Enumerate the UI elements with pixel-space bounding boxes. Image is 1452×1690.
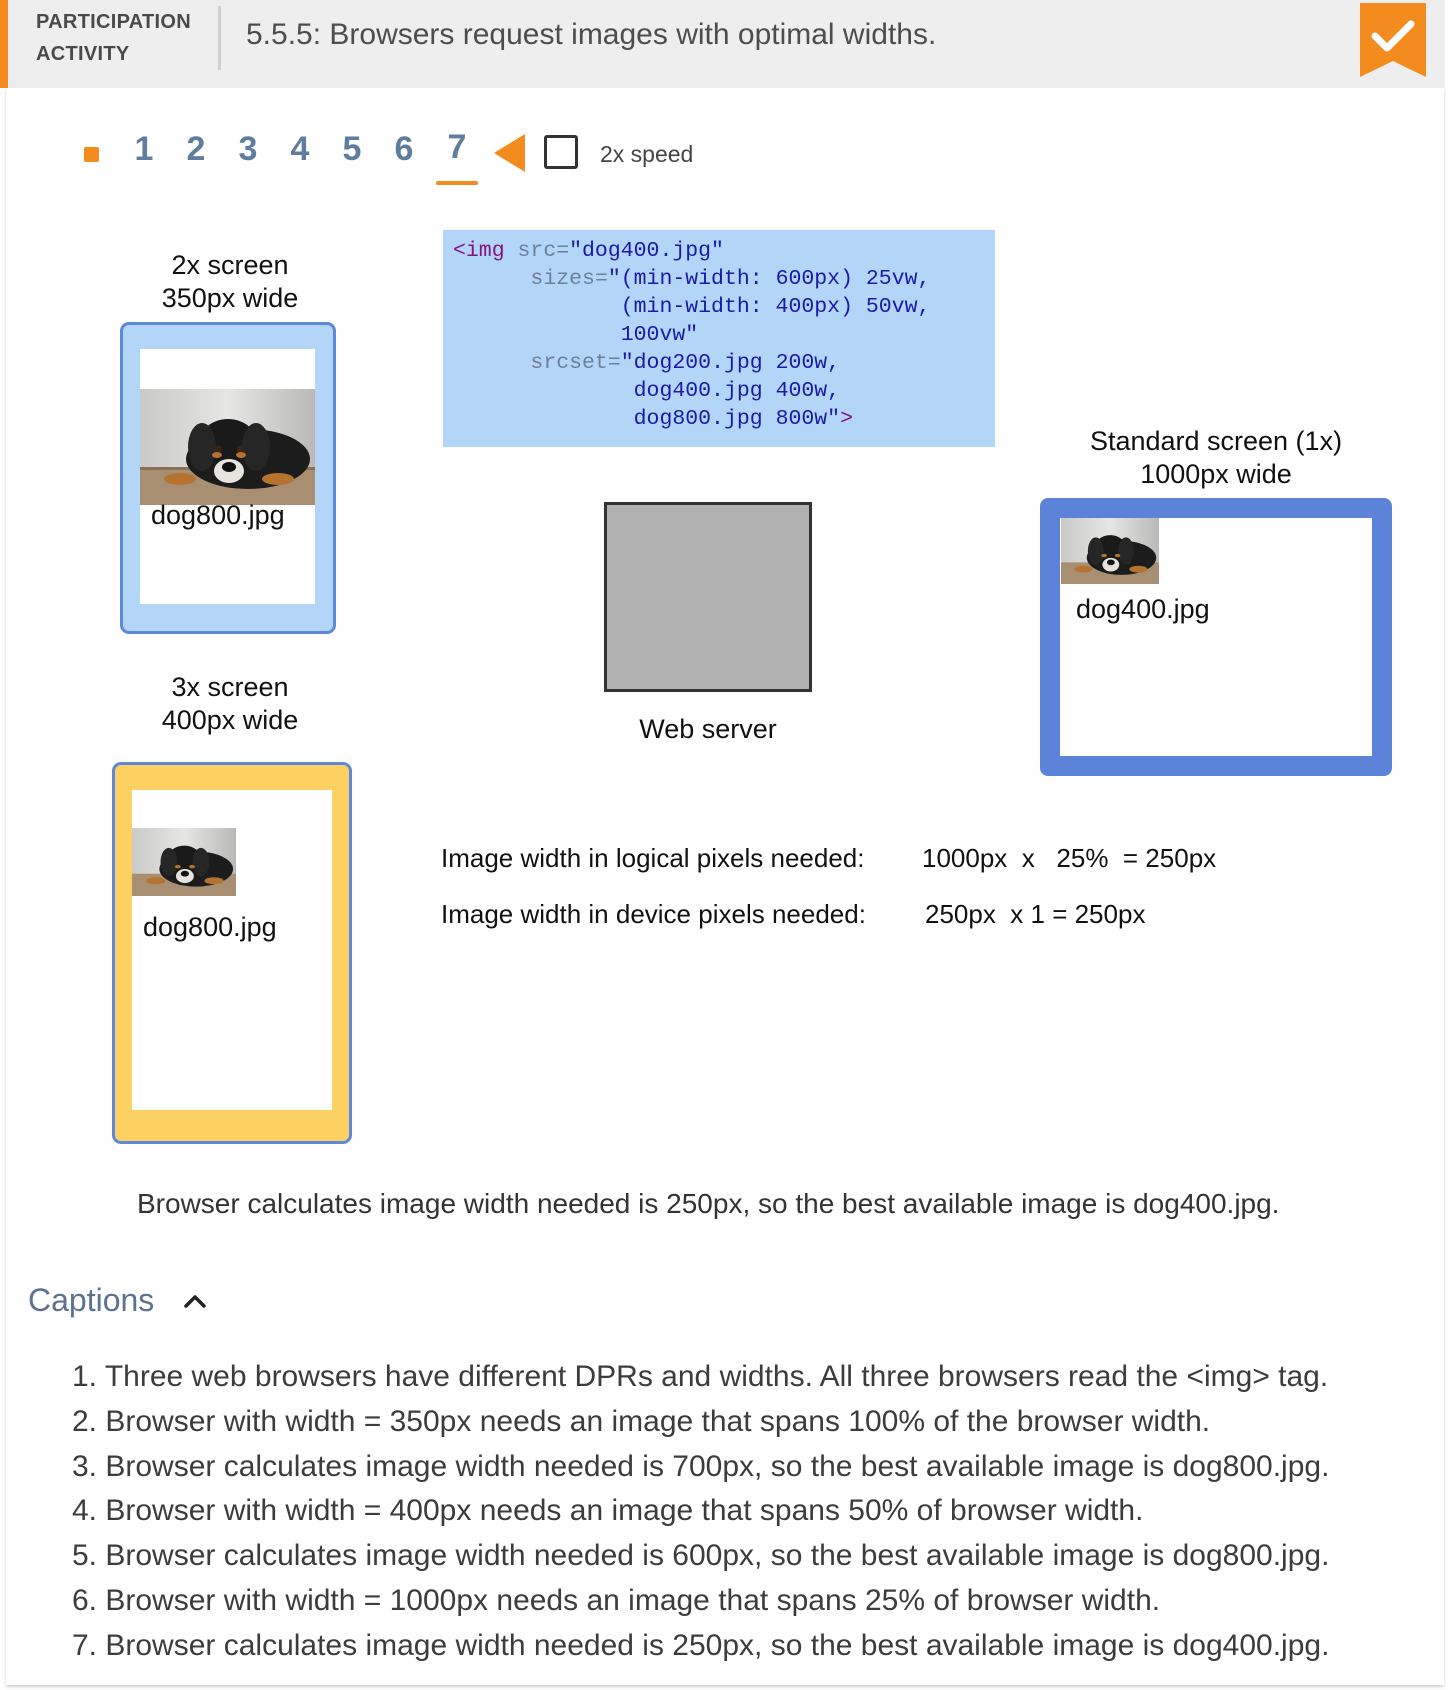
logical-pixels-label: Image width in logical pixels needed: bbox=[441, 843, 865, 873]
threex-screen-line1: 3x screen bbox=[171, 672, 289, 702]
device-pixels-value: 250px x 1 = 250px bbox=[925, 899, 1146, 929]
twox-screen-label: 2x screen 350px wide bbox=[120, 249, 340, 315]
dog-photo-medium bbox=[1061, 518, 1159, 584]
step-7-button[interactable]: 7 bbox=[440, 128, 474, 167]
threex-screen-line2: 400px wide bbox=[161, 705, 299, 735]
code-srcset-line1: "dog200.jpg 200w, bbox=[620, 351, 841, 375]
step-1-button[interactable]: 1 bbox=[127, 130, 161, 169]
caption-item: 7. Browser calculates image width needed… bbox=[72, 1628, 1330, 1662]
caption-item: 3. Browser calculates image width needed… bbox=[72, 1449, 1330, 1483]
active-step-underline bbox=[436, 181, 478, 185]
code-tag-close: > bbox=[840, 407, 853, 431]
code-sizes-line2: (min-width: 400px) 50vw, bbox=[620, 295, 931, 319]
caption-item: 5. Browser calculates image width needed… bbox=[72, 1539, 1330, 1573]
step-summary-text: Browser calculates image width needed is… bbox=[137, 1188, 1280, 1219]
standard-screen-label: Standard screen (1x) 1000px wide bbox=[1040, 425, 1392, 491]
device-pixels-label: Image width in device pixels needed: bbox=[441, 899, 866, 929]
code-src-attr: src= bbox=[504, 239, 570, 263]
code-tag-open: <img bbox=[453, 239, 505, 263]
step-2-button[interactable]: 2 bbox=[179, 130, 213, 169]
standard-screen-line2: 1000px wide bbox=[1140, 459, 1292, 489]
standard-screen-line1: Standard screen (1x) bbox=[1089, 426, 1343, 456]
chevron-up-icon[interactable] bbox=[182, 1291, 208, 1311]
step-5-button[interactable]: 5 bbox=[335, 130, 369, 169]
dog-photo-large bbox=[140, 389, 315, 505]
twox-filename: dog800.jpg bbox=[151, 500, 285, 530]
code-srcset-line3: dog800.jpg 800w" bbox=[633, 407, 841, 431]
captions-toggle[interactable]: Captions bbox=[28, 1282, 154, 1319]
code-srcset-attr: srcset= bbox=[530, 351, 621, 375]
standard-filename: dog400.jpg bbox=[1076, 594, 1210, 624]
twox-screen-line2: 350px wide bbox=[161, 283, 299, 313]
tag-line-1: PARTICIPATION bbox=[36, 11, 192, 33]
code-sizes-line1: "(min-width: 600px) 25vw, bbox=[607, 267, 931, 291]
caption-item: 2. Browser with width = 350px needs an i… bbox=[72, 1404, 1211, 1438]
web-server-box bbox=[604, 502, 812, 692]
web-server-label: Web server bbox=[639, 714, 777, 744]
step-3-button[interactable]: 3 bbox=[231, 130, 265, 169]
code-sizes-attr: sizes= bbox=[530, 267, 608, 291]
play-icon[interactable] bbox=[494, 134, 525, 172]
caption-item: 1. Three web browsers have different DPR… bbox=[72, 1360, 1329, 1393]
stop-button[interactable] bbox=[84, 147, 99, 162]
code-sizes-line3: 100vw" bbox=[620, 323, 699, 347]
tag-line-2: ACTIVITY bbox=[36, 43, 130, 65]
participation-activity-tag: PARTICIPATION ACTIVITY bbox=[36, 6, 206, 70]
code-src-value: "dog400.jpg" bbox=[569, 239, 724, 263]
completed-check-icon bbox=[1360, 3, 1426, 77]
twox-screen-line1: 2x screen bbox=[171, 250, 289, 280]
dog-photo-small bbox=[132, 828, 236, 896]
caption-item: 6. Browser with width = 1000px needs an … bbox=[72, 1583, 1161, 1617]
threex-screen-label: 3x screen 400px wide bbox=[120, 671, 340, 737]
threex-filename: dog800.jpg bbox=[143, 912, 277, 942]
img-tag-code-block: <img src="dog400.jpg" sizes="(min-width:… bbox=[443, 230, 995, 447]
speed-label: 2x speed bbox=[600, 141, 694, 167]
logical-pixels-value: 1000px x 25% = 250px bbox=[922, 843, 1217, 873]
speed-checkbox[interactable] bbox=[544, 135, 578, 169]
captions-list: 1. Three web browsers have different DPR… bbox=[72, 1355, 1329, 1669]
step-6-button[interactable]: 6 bbox=[387, 130, 421, 169]
code-srcset-line2: dog400.jpg 400w, bbox=[633, 379, 841, 403]
caption-item: 4. Browser with width = 400px needs an i… bbox=[72, 1494, 1144, 1528]
header-divider bbox=[218, 6, 221, 70]
step-4-button[interactable]: 4 bbox=[283, 130, 317, 169]
activity-title: 5.5.5: Browsers request images with opti… bbox=[246, 18, 937, 51]
